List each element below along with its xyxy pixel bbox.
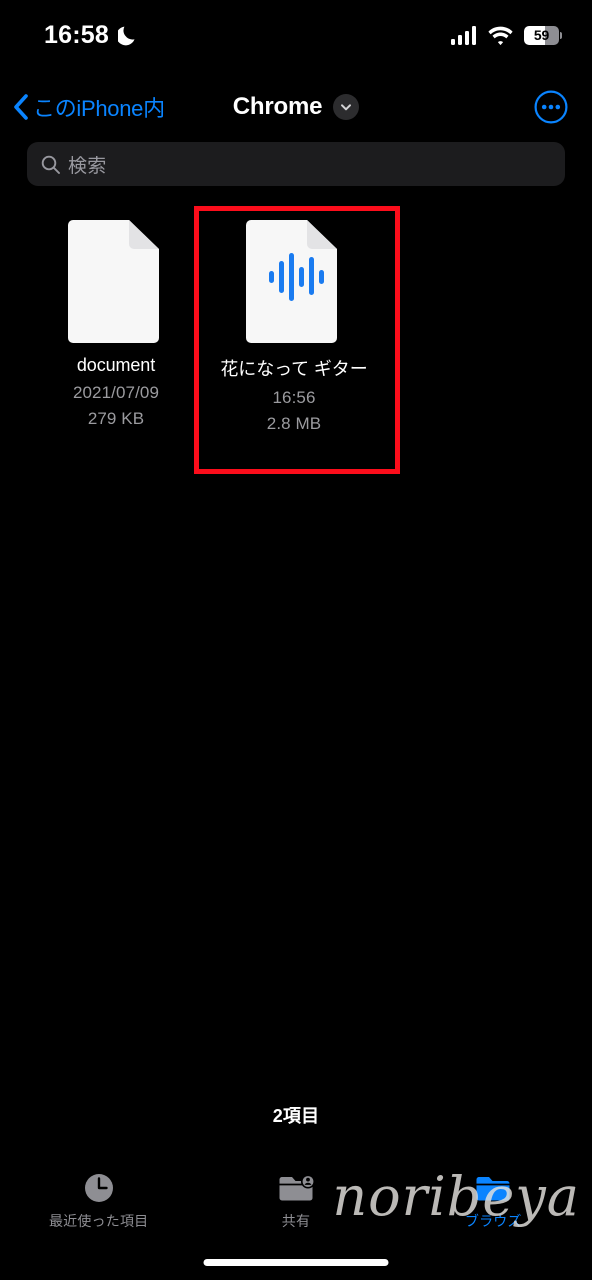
- audio-file-icon: [245, 215, 343, 343]
- battery-icon: 59: [524, 25, 562, 45]
- file-size: 279 KB: [87, 409, 145, 428]
- status-bar: 16:58 59: [0, 0, 592, 70]
- back-button-label: このiPhone内: [33, 96, 165, 121]
- file-name: 花になって ギター: [220, 359, 368, 379]
- cellular-signal-icon: [451, 25, 477, 45]
- search-input[interactable]: 検索: [27, 142, 565, 186]
- tab-label: 最近使った項目: [48, 1213, 149, 1229]
- title-dropdown-button[interactable]: [333, 94, 360, 120]
- wifi-icon: [488, 26, 513, 45]
- document-file-icon: [67, 215, 165, 343]
- file-date: 16:56: [272, 388, 316, 407]
- file-size: 2.8 MB: [266, 414, 322, 433]
- file-grid: document 2021/07/09 279 KB 花になって ギター 16:…: [27, 215, 565, 434]
- tab-recents[interactable]: 最近使った項目: [0, 1171, 197, 1231]
- clock-icon: [80, 1171, 118, 1205]
- home-indicator[interactable]: [203, 1259, 389, 1266]
- tab-browse[interactable]: ブラウズ: [395, 1171, 592, 1231]
- file-item-document[interactable]: document 2021/07/09 279 KB: [27, 215, 205, 434]
- more-circle-icon[interactable]: [534, 90, 568, 124]
- shared-folder-icon: [277, 1171, 315, 1205]
- search-placeholder: 検索: [68, 155, 107, 177]
- back-button[interactable]: このiPhone内: [13, 91, 165, 123]
- status-bar-left: 16:58: [44, 21, 138, 50]
- battery-cap: [560, 31, 562, 39]
- page-title: Chrome: [232, 93, 323, 120]
- folder-icon: [474, 1171, 512, 1205]
- chevron-down-icon: [340, 101, 352, 113]
- battery-percent-label: 59: [533, 27, 550, 43]
- file-name: document: [76, 355, 156, 375]
- chevron-left-icon: [13, 94, 29, 120]
- battery-body: 59: [524, 25, 559, 45]
- file-date: 2021/07/09: [72, 383, 160, 402]
- tab-bar: 最近使った項目 共有 ブラウズ: [0, 1155, 592, 1280]
- status-time: 16:58: [44, 20, 109, 49]
- file-item-audio[interactable]: 花になって ギター 16:56 2.8 MB: [205, 215, 383, 434]
- tab-label: ブラウズ: [464, 1213, 522, 1229]
- crescent-moon-icon: [117, 24, 138, 46]
- tab-label: 共有: [281, 1213, 311, 1229]
- tab-shared[interactable]: 共有: [197, 1171, 394, 1231]
- item-count-label: 2項目: [272, 1106, 320, 1126]
- navigation-bar: このiPhone内 Chrome: [0, 82, 592, 132]
- status-bar-right: 59: [451, 25, 562, 45]
- search-icon: [41, 155, 60, 174]
